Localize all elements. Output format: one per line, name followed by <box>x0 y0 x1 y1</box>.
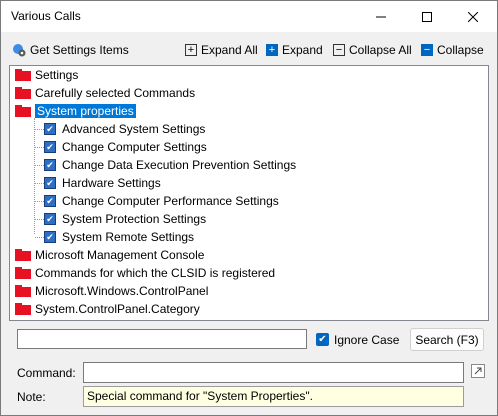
tree-node-label: Microsoft.Windows.ControlPanel <box>35 284 209 298</box>
main-window: Various Calls Get Settings Items + Expan… <box>0 0 498 416</box>
settings-check-icon: ✔ <box>44 159 56 171</box>
tree-node-label: Carefully selected Commands <box>35 86 196 100</box>
tree-child-label: Advanced System Settings <box>62 122 206 136</box>
tree-node-mmc[interactable]: Microsoft Management Console <box>15 246 204 264</box>
close-icon <box>468 11 478 22</box>
folder-icon <box>15 285 31 297</box>
window-title: Various Calls <box>11 9 81 23</box>
search-input[interactable] <box>17 329 307 349</box>
tree-child-item[interactable]: ✔ Advanced System Settings <box>35 120 205 138</box>
maximize-icon <box>422 11 432 22</box>
tree-child-label: Hardware Settings <box>62 176 161 190</box>
tree-node-label: Commands for which the CLSID is register… <box>35 266 276 280</box>
tree-node-carefully-selected[interactable]: Carefully selected Commands <box>15 84 195 102</box>
close-button[interactable] <box>450 1 496 32</box>
settings-tree[interactable]: Settings Carefully selected Commands Sys… <box>9 65 489 321</box>
collapse-all-button[interactable]: − Collapse All <box>333 43 412 57</box>
minimize-button[interactable] <box>358 1 404 32</box>
tree-child-item[interactable]: ✔ Change Data Execution Prevention Setti… <box>35 156 296 174</box>
run-command-button[interactable] <box>471 364 485 378</box>
command-input[interactable] <box>83 362 464 383</box>
settings-check-icon: ✔ <box>44 195 56 207</box>
settings-check-icon: ✔ <box>44 177 56 189</box>
get-settings-label: Get Settings Items <box>30 43 129 57</box>
expand-all-icon: + <box>185 44 197 56</box>
search-button[interactable]: Search (F3) <box>410 328 484 351</box>
tree-node-controlpanel[interactable]: Microsoft.Windows.ControlPanel <box>15 282 208 300</box>
collapse-all-label: Collapse All <box>349 43 412 57</box>
folder-icon <box>15 69 31 81</box>
settings-check-icon: ✔ <box>44 141 56 153</box>
command-label: Command: <box>17 366 76 380</box>
tree-child-item[interactable]: ✔ System Remote Settings <box>35 228 194 246</box>
collapse-icon: − <box>421 44 433 56</box>
tree-node-system-properties[interactable]: System properties <box>15 102 136 120</box>
minimize-icon <box>376 16 386 17</box>
settings-globe-icon <box>13 44 26 57</box>
note-text: Special command for "System Properties". <box>83 386 464 407</box>
folder-icon <box>15 87 31 99</box>
tree-child-label: System Remote Settings <box>62 230 195 244</box>
collapse-button[interactable]: − Collapse <box>421 43 484 57</box>
expand-label: Expand <box>282 43 323 57</box>
ignore-case-label: Ignore Case <box>334 333 400 347</box>
tree-child-label: Change Data Execution Prevention Setting… <box>62 158 297 172</box>
note-label: Note: <box>17 390 46 404</box>
tree-child-label: Change Computer Settings <box>62 140 207 154</box>
tree-node-clsid[interactable]: Commands for which the CLSID is register… <box>15 264 275 282</box>
get-settings-button[interactable]: Get Settings Items <box>12 43 129 57</box>
expand-all-button[interactable]: + Expand All <box>185 43 258 57</box>
tree-node-label: Microsoft Management Console <box>35 248 205 262</box>
settings-check-icon: ✔ <box>44 231 56 243</box>
folder-icon <box>15 249 31 261</box>
settings-check-icon: ✔ <box>44 123 56 135</box>
tree-child-item[interactable]: ✔ Change Computer Settings <box>35 138 207 156</box>
ignore-case-checkbox[interactable]: ✔ <box>316 333 329 346</box>
tree-node-label: Settings <box>35 68 79 82</box>
tree-node-label-selected: System properties <box>35 104 136 118</box>
tree-node-settings[interactable]: Settings <box>15 66 78 84</box>
maximize-button[interactable] <box>404 1 450 32</box>
tree-child-item[interactable]: ✔ Change Computer Performance Settings <box>35 192 279 210</box>
tree-child-label: Change Computer Performance Settings <box>62 194 279 208</box>
expand-all-label: Expand All <box>201 43 258 57</box>
tree-node-label: System.ControlPanel.Category <box>35 302 200 316</box>
collapse-label: Collapse <box>437 43 484 57</box>
folder-icon <box>15 267 31 279</box>
tree-child-label: System Protection Settings <box>62 212 207 226</box>
folder-icon <box>15 303 31 315</box>
external-link-icon <box>474 367 482 375</box>
title-bar: Various Calls <box>1 1 497 32</box>
folder-open-icon <box>15 105 31 117</box>
expand-button[interactable]: + Expand <box>266 43 323 57</box>
tree-child-item[interactable]: ✔ System Protection Settings <box>35 210 206 228</box>
toolbar: Get Settings Items + Expand All + Expand… <box>1 41 497 63</box>
expand-icon: + <box>266 44 278 56</box>
tree-node-category[interactable]: System.ControlPanel.Category <box>15 300 200 318</box>
tree-child-item[interactable]: ✔ Hardware Settings <box>35 174 161 192</box>
settings-check-icon: ✔ <box>44 213 56 225</box>
collapse-all-icon: − <box>333 44 345 56</box>
